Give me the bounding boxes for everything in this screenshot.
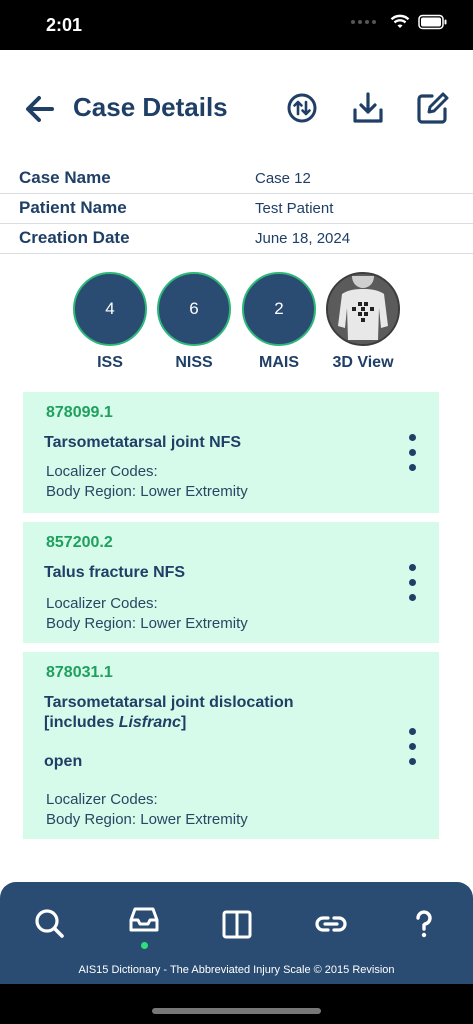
injury-title: Talus fracture NFS xyxy=(44,564,186,581)
score-label: NISS xyxy=(175,354,213,371)
injury-subtitle: open xyxy=(44,753,83,770)
score-label: ISS xyxy=(97,354,123,371)
injury-title: Tarsometatarsal joint dislocation [inclu… xyxy=(44,693,384,733)
score-label: MAIS xyxy=(259,354,299,371)
battery-icon xyxy=(418,14,447,30)
injury-title-line2: [includes Lisfranc] xyxy=(44,714,187,731)
home-indicator-area xyxy=(0,984,473,1024)
info-value: June 18, 2024 xyxy=(255,230,351,247)
injury-title-line1: Tarsometatarsal joint dislocation xyxy=(44,694,294,711)
info-row-creation-date: Creation Date June 18, 2024 xyxy=(0,224,473,254)
injury-card[interactable]: 878031.1 Tarsometatarsal joint dislocati… xyxy=(23,652,439,839)
body-region: Body Region: Lower Extremity xyxy=(46,483,248,500)
more-options-icon[interactable] xyxy=(407,728,417,768)
info-label: Case Name xyxy=(19,168,111,187)
download-icon[interactable] xyxy=(350,90,386,126)
info-value: Case 12 xyxy=(255,170,311,187)
body-region: Body Region: Lower Extremity xyxy=(46,615,248,632)
active-tab-indicator xyxy=(141,942,148,949)
info-value: Test Patient xyxy=(255,200,334,217)
score-value: 4 xyxy=(73,272,147,346)
more-options-icon[interactable] xyxy=(407,564,417,604)
status-icons xyxy=(351,14,448,30)
body-region: Body Region: Lower Extremity xyxy=(46,811,248,828)
injury-code: 857200.2 xyxy=(46,534,113,551)
signal-icon xyxy=(351,20,376,24)
swap-icon[interactable] xyxy=(284,90,320,126)
edit-icon[interactable] xyxy=(415,90,451,126)
search-icon[interactable] xyxy=(30,904,70,944)
score-mais[interactable]: 2 MAIS xyxy=(241,272,317,372)
inbox-icon[interactable] xyxy=(124,900,164,940)
injury-card[interactable]: 857200.2 Talus fracture NFS Localizer Co… xyxy=(23,522,439,643)
help-icon[interactable] xyxy=(404,904,444,944)
info-label: Patient Name xyxy=(19,198,127,217)
localizer-codes: Localizer Codes: xyxy=(46,595,158,612)
status-bar: 2:01 xyxy=(0,0,473,50)
score-summary: 4 ISS 6 NISS 2 MAIS 3D View xyxy=(0,272,473,376)
info-row-patient-name: Patient Name Test Patient xyxy=(0,194,473,224)
injury-card[interactable]: 878099.1 Tarsometatarsal joint NFS Local… xyxy=(23,392,439,513)
home-indicator[interactable] xyxy=(152,1008,321,1014)
footer-copyright: AIS15 Dictionary - The Abbreviated Injur… xyxy=(78,964,395,976)
case-info-table: Case Name Case 12 Patient Name Test Pati… xyxy=(0,164,473,254)
more-options-icon[interactable] xyxy=(407,434,417,474)
3d-view-button[interactable]: 3D View xyxy=(325,272,401,372)
status-time: 2:01 xyxy=(46,15,83,35)
columns-icon[interactable] xyxy=(217,904,257,944)
injury-code: 878031.1 xyxy=(46,664,113,681)
score-niss[interactable]: 6 NISS xyxy=(156,272,232,372)
body-model-icon xyxy=(326,272,400,346)
info-label: Creation Date xyxy=(19,228,130,247)
score-iss[interactable]: 4 ISS xyxy=(72,272,148,372)
injury-code: 878099.1 xyxy=(46,404,113,421)
localizer-codes: Localizer Codes: xyxy=(46,463,158,480)
localizer-codes: Localizer Codes: xyxy=(46,791,158,808)
wifi-icon xyxy=(390,14,410,28)
score-value: 6 xyxy=(157,272,231,346)
link-icon[interactable] xyxy=(311,904,351,944)
bottom-nav: AIS15 Dictionary - The Abbreviated Injur… xyxy=(0,882,473,984)
injury-title: Tarsometatarsal joint NFS xyxy=(44,434,242,451)
back-arrow-icon[interactable] xyxy=(22,91,58,127)
page-title: Case Details xyxy=(73,92,228,122)
score-value: 2 xyxy=(242,272,316,346)
score-label: 3D View xyxy=(332,354,394,371)
info-row-case-name: Case Name Case 12 xyxy=(0,164,473,194)
header: Case Details xyxy=(0,80,473,138)
